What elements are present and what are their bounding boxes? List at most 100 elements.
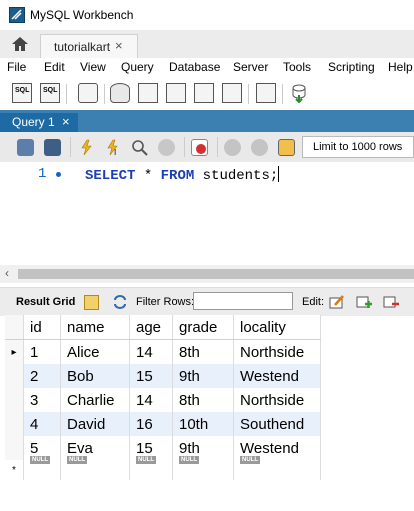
- sql-code-line[interactable]: SELECT * FROM students;: [85, 166, 280, 184]
- table-cell[interactable]: 4: [23, 412, 61, 436]
- table-cell[interactable]: 10th: [172, 412, 234, 436]
- header-row: id name age grade locality: [5, 315, 321, 340]
- keyword-select: SELECT: [85, 168, 136, 184]
- null-badge: NULL: [136, 455, 156, 464]
- table-cell[interactable]: 2: [23, 364, 61, 388]
- menu-view[interactable]: View: [80, 60, 106, 74]
- commit-icon[interactable]: [224, 139, 241, 156]
- open-file-icon[interactable]: [17, 139, 34, 156]
- column-header-name[interactable]: name: [60, 315, 130, 340]
- menu-query[interactable]: Query: [121, 60, 154, 74]
- mysql-workbench-app-icon: [9, 7, 25, 23]
- grid-view-icon[interactable]: [84, 295, 99, 310]
- table-row[interactable]: 4 David 16 10th Southend: [5, 412, 321, 436]
- table-cell[interactable]: 1: [23, 339, 61, 364]
- create-schema-icon[interactable]: [110, 83, 130, 103]
- search-table-data-icon[interactable]: [256, 83, 276, 103]
- menu-help[interactable]: Help: [388, 60, 413, 74]
- toggle-error-icon[interactable]: [191, 139, 208, 156]
- inspector-icon[interactable]: [78, 83, 98, 103]
- editor-horizontal-scrollbar[interactable]: ‹: [0, 265, 414, 283]
- table-cell[interactable]: 14: [129, 388, 173, 412]
- table-cell[interactable]: Charlie: [60, 388, 130, 412]
- table-cell-new[interactable]: NULL: [129, 455, 173, 480]
- table-cell[interactable]: 3: [23, 388, 61, 412]
- create-view-icon[interactable]: [166, 83, 186, 103]
- execute-current-statement-icon[interactable]: I: [104, 139, 121, 157]
- menu-edit[interactable]: Edit: [44, 60, 65, 74]
- menu-database[interactable]: Database: [169, 60, 220, 74]
- menu-server[interactable]: Server: [233, 60, 268, 74]
- menu-tools[interactable]: Tools: [283, 60, 311, 74]
- tab-query-1[interactable]: Query 1 ×: [0, 113, 78, 132]
- toolbar-separator: [248, 84, 249, 104]
- menu-file[interactable]: File: [7, 60, 26, 74]
- limit-rows-label: Limit to 1000 rows: [313, 141, 403, 153]
- table-cell-new[interactable]: NULL: [23, 455, 61, 480]
- explain-icon[interactable]: [131, 139, 148, 156]
- result-table: id name age grade locality ▸ 1 Alice 14 …: [5, 315, 321, 480]
- new-sql-tab-icon[interactable]: SQL: [12, 83, 32, 103]
- menu-scripting[interactable]: Scripting: [328, 60, 375, 74]
- table-cell[interactable]: 8th: [172, 339, 234, 364]
- table-cell[interactable]: Southend: [233, 412, 321, 436]
- limit-rows-select[interactable]: Limit to 1000 rows: [302, 136, 414, 158]
- column-header-age[interactable]: age: [129, 315, 173, 340]
- open-sql-script-icon[interactable]: SQL: [40, 83, 60, 103]
- row-marker-header: [5, 315, 24, 340]
- save-icon[interactable]: [44, 139, 61, 156]
- reconnect-icon[interactable]: [289, 83, 309, 104]
- text-caret: [278, 166, 280, 182]
- table-cell[interactable]: 8th: [172, 388, 234, 412]
- stop-icon[interactable]: [158, 139, 175, 156]
- row-marker: [5, 412, 24, 436]
- table-cell[interactable]: Northside: [233, 339, 321, 364]
- column-header-id[interactable]: id: [23, 315, 61, 340]
- table-cell[interactable]: Westend: [233, 364, 321, 388]
- token-star: *: [135, 168, 161, 184]
- delete-row-icon[interactable]: [383, 294, 400, 310]
- toolbar-separator: [282, 84, 283, 104]
- table-row[interactable]: ▸ 1 Alice 14 8th Northside: [5, 339, 321, 364]
- result-grid-tab[interactable]: Result Grid: [16, 296, 75, 308]
- table-cell[interactable]: Bob: [60, 364, 130, 388]
- table-cell-new[interactable]: NULL: [233, 455, 321, 480]
- table-cell[interactable]: 15: [129, 364, 173, 388]
- home-icon[interactable]: [10, 35, 30, 53]
- execute-icon[interactable]: [78, 139, 95, 156]
- edit-row-icon[interactable]: [329, 294, 346, 310]
- table-cell[interactable]: David: [60, 412, 130, 436]
- column-header-locality[interactable]: locality: [233, 315, 321, 340]
- table-cell[interactable]: Alice: [60, 339, 130, 364]
- close-tab-icon[interactable]: ×: [115, 38, 123, 53]
- create-procedure-icon[interactable]: [194, 83, 214, 103]
- table-cell[interactable]: 16: [129, 412, 173, 436]
- create-function-icon[interactable]: [222, 83, 242, 103]
- filter-rows-label: Filter Rows:: [136, 296, 195, 308]
- table-cell[interactable]: 14: [129, 339, 173, 364]
- table-row[interactable]: 2 Bob 15 9th Westend: [5, 364, 321, 388]
- table-cell-new[interactable]: NULL: [172, 455, 234, 480]
- result-grid[interactable]: id name age grade locality ▸ 1 Alice 14 …: [5, 315, 414, 485]
- rollback-icon[interactable]: [251, 139, 268, 156]
- filter-rows-input[interactable]: [193, 292, 293, 310]
- insert-row-icon[interactable]: [356, 294, 373, 310]
- autocommit-toggle-icon[interactable]: [278, 139, 295, 156]
- svg-text:I: I: [114, 148, 116, 156]
- query-tab-strip: Query 1 ×: [0, 110, 414, 132]
- table-row[interactable]: 3 Charlie 14 8th Northside: [5, 388, 321, 412]
- refresh-icon[interactable]: [112, 295, 128, 309]
- toolbar-separator: [104, 84, 105, 104]
- scrollbar-thumb[interactable]: [18, 269, 414, 279]
- table-row[interactable]: 5 Eva 15 9th Westend: [5, 436, 321, 460]
- table-cell[interactable]: 9th: [172, 364, 234, 388]
- tab-tutorialkart[interactable]: tutorialkart ×: [40, 34, 138, 59]
- scroll-left-icon[interactable]: ‹: [5, 266, 9, 280]
- create-table-icon[interactable]: [138, 83, 158, 103]
- sql-editor[interactable]: 1 SELECT * FROM students;: [0, 162, 414, 265]
- table-cell-new[interactable]: NULL: [60, 455, 130, 480]
- close-query-tab-icon[interactable]: ×: [62, 114, 70, 129]
- column-header-grade[interactable]: grade: [172, 315, 234, 340]
- new-row[interactable]: * NULL NULL NULL NULL NULL: [5, 455, 321, 480]
- table-cell[interactable]: Northside: [233, 388, 321, 412]
